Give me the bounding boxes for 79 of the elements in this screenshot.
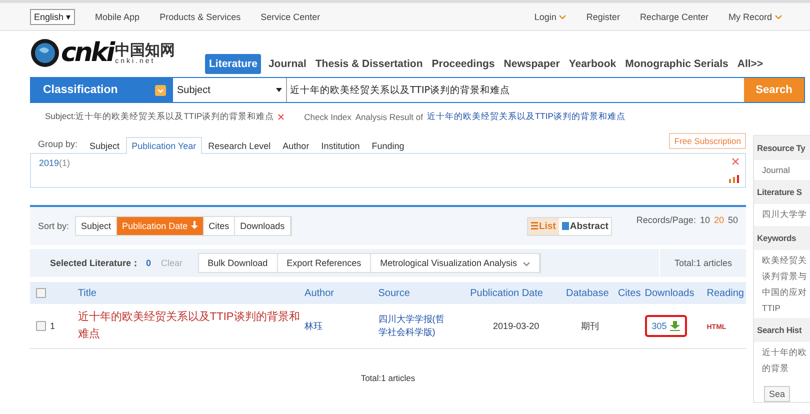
column-header[interactable]: Author bbox=[302, 282, 376, 304]
top-link[interactable]: Recharge Center bbox=[640, 12, 708, 22]
sidebar-item[interactable]: 的背景 bbox=[762, 363, 810, 375]
database-tab[interactable]: Journal bbox=[266, 55, 308, 73]
total-count: Total:1 articles bbox=[360, 373, 416, 383]
sidebar-item[interactable]: 四川大学学 bbox=[762, 209, 810, 221]
page-size-link[interactable]: 50 bbox=[728, 215, 738, 225]
source-link[interactable]: 四川大学学报(哲学社会科学版) bbox=[378, 313, 448, 339]
sidebar-heading: Resource Ty bbox=[754, 136, 810, 160]
sidebar-heading: Literature S bbox=[754, 180, 810, 204]
sidebar-item[interactable]: 欧美经贸关 bbox=[762, 255, 810, 267]
total-count: Total:1 articles bbox=[659, 249, 746, 277]
sidebar-item[interactable]: 中国的应对 bbox=[762, 287, 810, 299]
sidebar-item[interactable]: Journal bbox=[762, 165, 810, 175]
sidebar-item[interactable]: TTIP bbox=[762, 303, 810, 313]
sidebar-item[interactable]: 谈判背景与 bbox=[762, 271, 810, 283]
group-tab[interactable]: Funding bbox=[366, 137, 410, 154]
search-button[interactable]: Sea bbox=[764, 386, 790, 402]
row-number: 1 bbox=[50, 320, 56, 331]
column-header[interactable]: Publication Date bbox=[468, 282, 564, 304]
download-link[interactable]: 305 bbox=[644, 315, 687, 337]
group-tab[interactable]: Publication Year bbox=[126, 137, 202, 154]
sort-by-label: Sort by: bbox=[38, 221, 70, 231]
database-tab[interactable]: Thesis & Dissertation bbox=[313, 55, 425, 73]
page-size-link[interactable]: 10 bbox=[700, 215, 710, 225]
close-icon[interactable] bbox=[732, 158, 739, 165]
year-count: (1) bbox=[59, 158, 70, 168]
top-link[interactable]: Products & Services bbox=[160, 12, 241, 22]
caret-icon bbox=[276, 88, 282, 92]
chevron-icon bbox=[522, 262, 530, 266]
globe-icon bbox=[30, 38, 60, 68]
column-header[interactable]: Downloads bbox=[642, 282, 705, 304]
field-select[interactable]: Subject bbox=[173, 78, 287, 102]
remove-icon[interactable] bbox=[278, 114, 284, 120]
language-select[interactable]: English ▾ bbox=[30, 8, 76, 24]
row-checkbox[interactable] bbox=[36, 321, 46, 332]
table-cell: 期刊 bbox=[580, 320, 599, 330]
download-icon bbox=[670, 321, 680, 331]
database-tab[interactable]: Yearbook bbox=[566, 55, 618, 73]
top-link[interactable]: Register bbox=[586, 12, 620, 22]
year-link[interactable]: 2019 bbox=[39, 158, 60, 168]
article-title-link[interactable]: 近十年的欧美经贸关系以及TTIP谈判的背景和难点 bbox=[78, 309, 301, 343]
classification-label: Classification bbox=[42, 84, 119, 96]
database-tab[interactable]: Literature bbox=[205, 54, 262, 74]
analysis-link[interactable]: 近十年的欧美经贸关系以及TTIP谈判的背景和难点 bbox=[426, 111, 626, 123]
top-link[interactable]: Login bbox=[534, 12, 566, 22]
records-label: Records/Page: bbox=[636, 215, 696, 225]
sidebar-heading: Search Hist bbox=[754, 318, 810, 342]
database-tab[interactable]: All>> bbox=[735, 55, 766, 73]
database-tab[interactable]: Newspaper bbox=[502, 55, 562, 73]
subject-criterion: Subject:近十年的欧美经贸关系以及TTIP谈判的背景和难点 bbox=[45, 111, 274, 123]
top-link[interactable]: My Record bbox=[728, 12, 782, 22]
group-tab[interactable]: Subject bbox=[84, 137, 126, 154]
table-cell: 2019-03-20 bbox=[493, 321, 540, 331]
chart-icon[interactable] bbox=[729, 175, 739, 183]
sidebar-heading: Keywords bbox=[754, 226, 810, 250]
column-header[interactable]: Cites bbox=[616, 282, 643, 304]
column-header[interactable]: Source bbox=[376, 282, 468, 304]
group-tab[interactable]: Research Level bbox=[202, 137, 277, 154]
group-by-label: Group by: bbox=[38, 139, 78, 149]
author-link[interactable]: 林珏 bbox=[304, 320, 323, 330]
column-header[interactable]: Database bbox=[564, 282, 616, 304]
view-toggle[interactable]: Abstract bbox=[558, 218, 612, 234]
dropdown-icon[interactable] bbox=[155, 84, 166, 96]
group-tab[interactable]: Institution bbox=[315, 137, 366, 154]
column-header[interactable]: Title bbox=[68, 282, 303, 304]
database-tab[interactable]: Proceedings bbox=[430, 55, 497, 73]
sidebar-item[interactable]: 近十年的欧 bbox=[762, 347, 810, 359]
group-tab[interactable]: Author bbox=[276, 137, 316, 154]
analysis-label: Analysis Result of bbox=[355, 112, 423, 122]
check-index-link[interactable]: Check Index bbox=[304, 112, 352, 122]
top-link[interactable]: Service Center bbox=[260, 12, 320, 22]
down-arrow-icon bbox=[190, 221, 198, 229]
search-field[interactable]: 近十年的欧美经贸关系以及TTIP谈判的背景和难点 bbox=[287, 78, 744, 102]
database-tab[interactable]: Monographic Serials bbox=[623, 55, 730, 73]
select-all-checkbox[interactable] bbox=[36, 288, 46, 298]
column-header[interactable]: Reading bbox=[704, 282, 746, 304]
top-link[interactable]: Mobile App bbox=[95, 12, 140, 22]
selected-count-label: Selected Literature： 0 bbox=[50, 256, 152, 270]
